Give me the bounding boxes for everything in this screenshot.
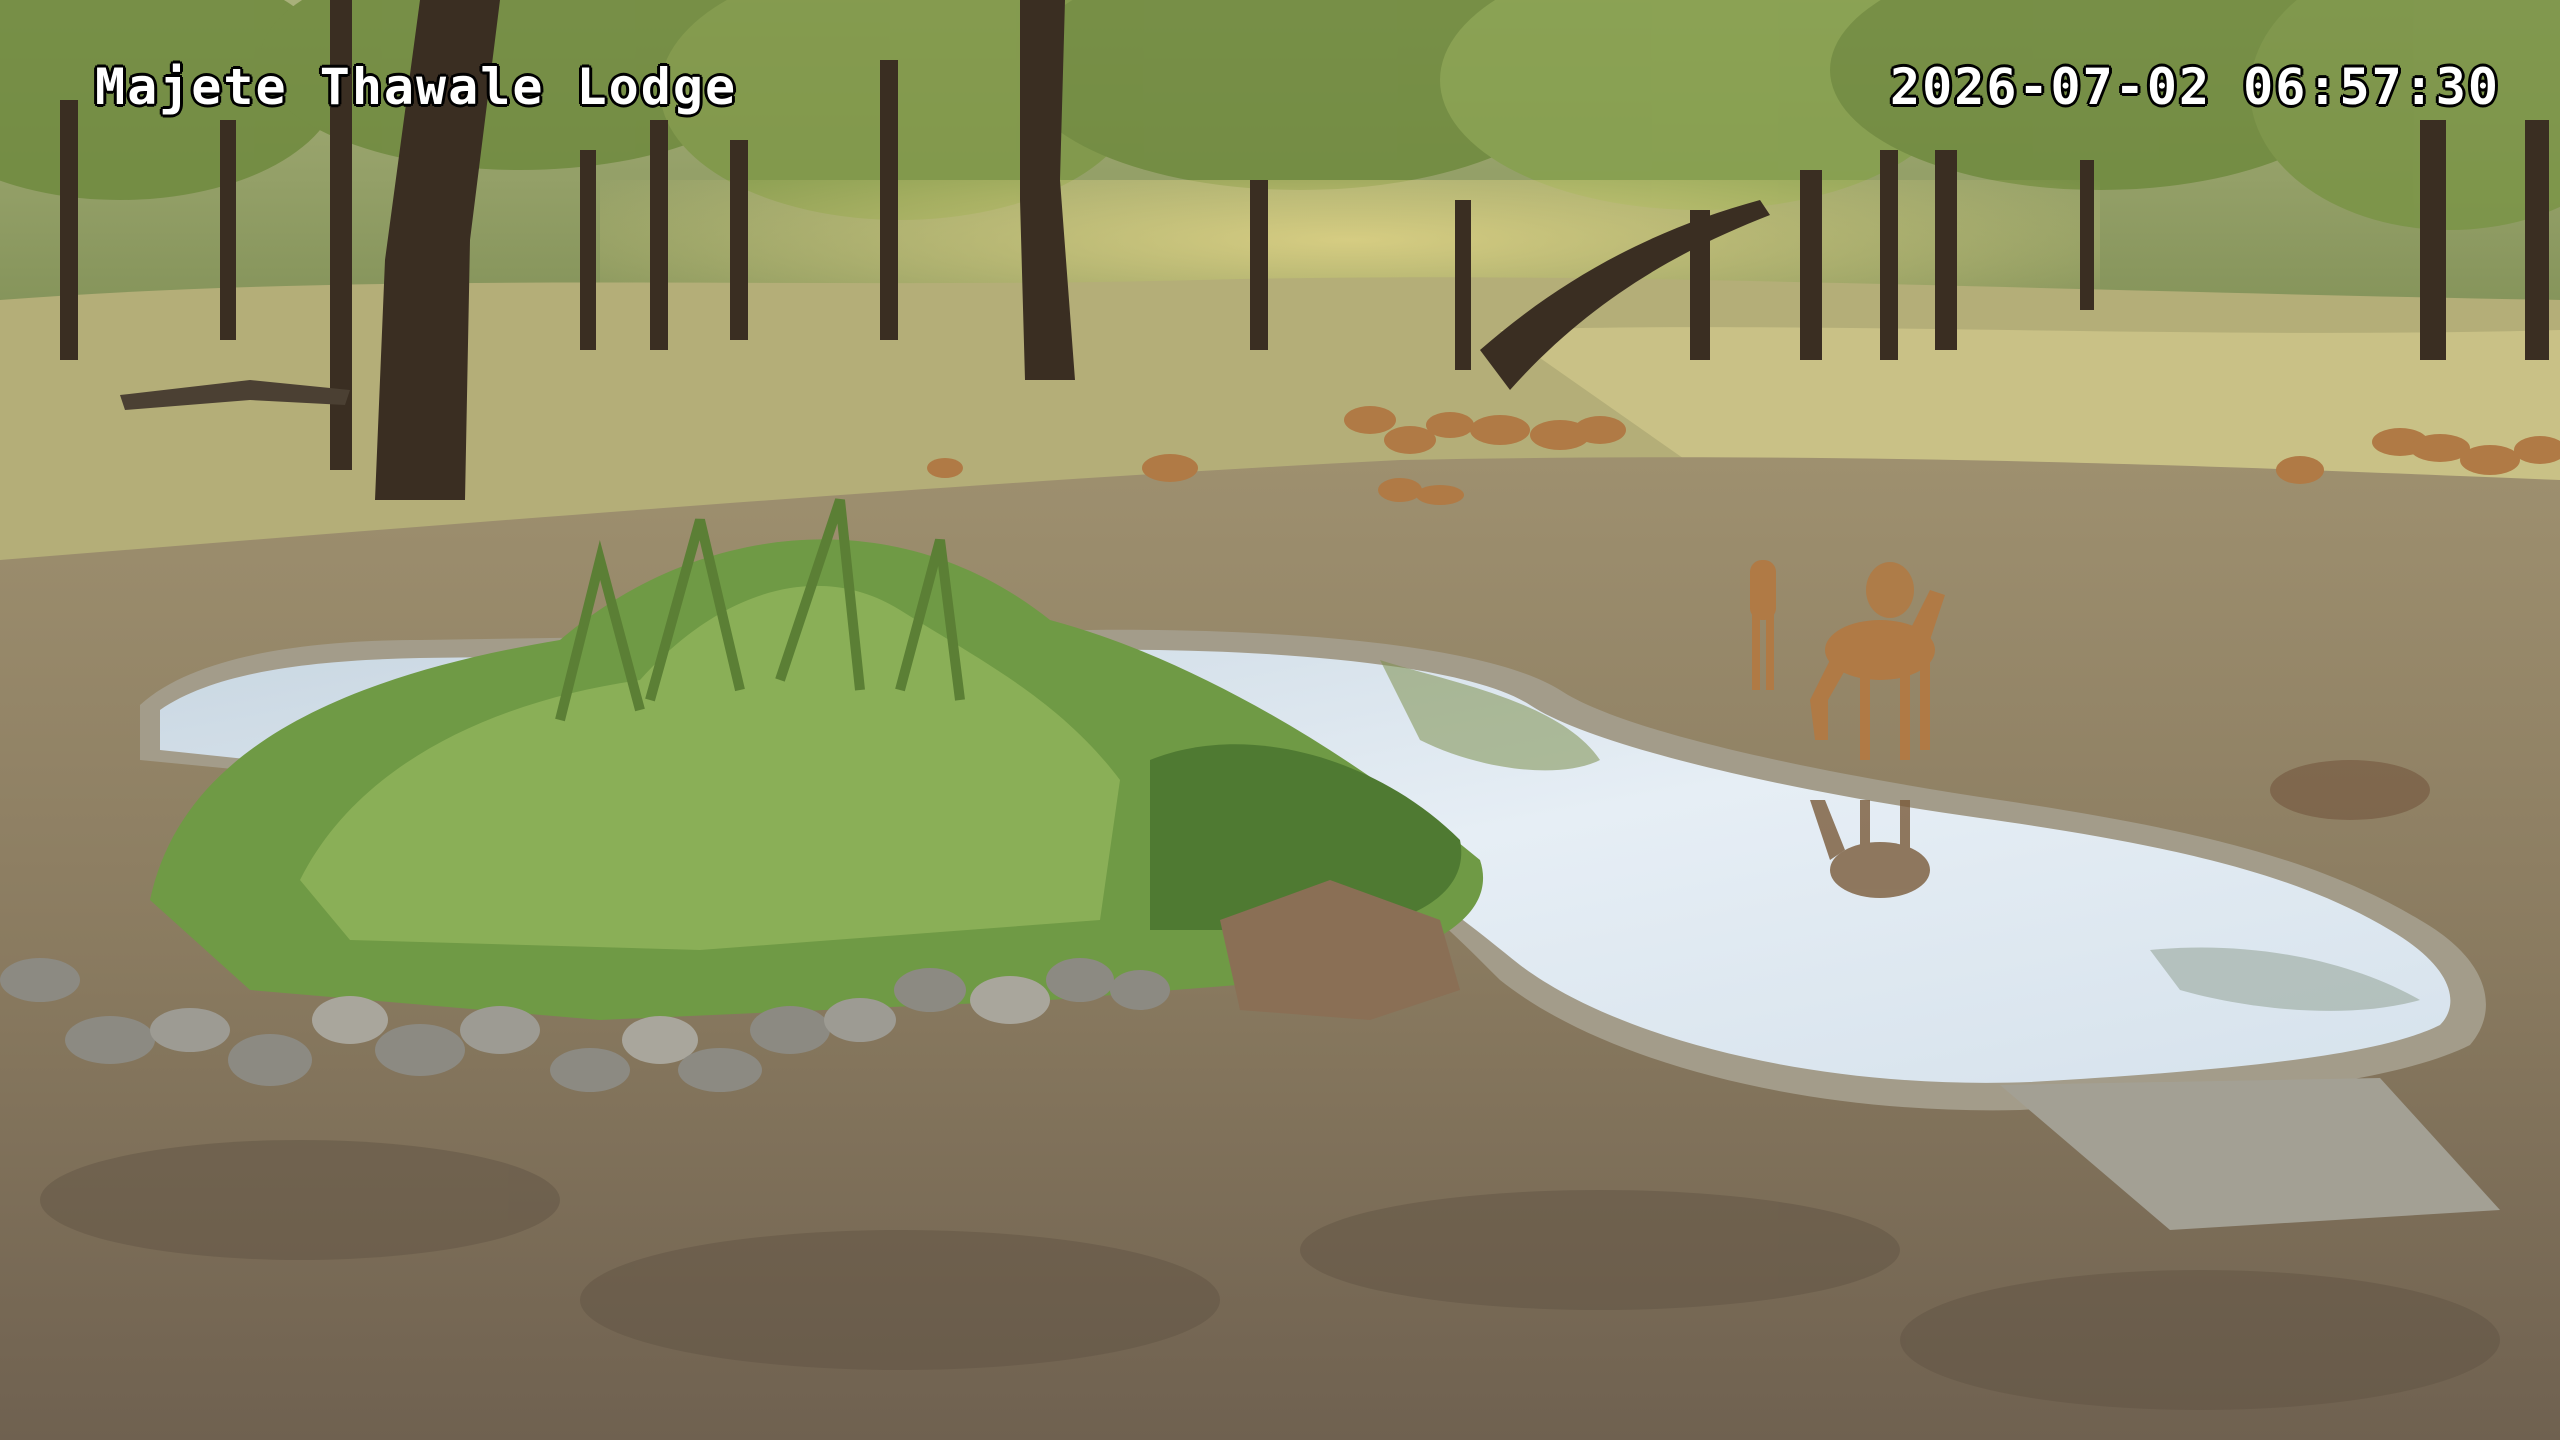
webcam-frame: Majete Thawale Lodge 2026-07-02 06:57:30	[0, 0, 2560, 1440]
waterhole-scene	[0, 0, 2560, 1440]
timestamp-overlay: 2026-07-02 06:57:30	[1890, 58, 2500, 116]
camera-name-overlay: Majete Thawale Lodge	[95, 58, 738, 116]
